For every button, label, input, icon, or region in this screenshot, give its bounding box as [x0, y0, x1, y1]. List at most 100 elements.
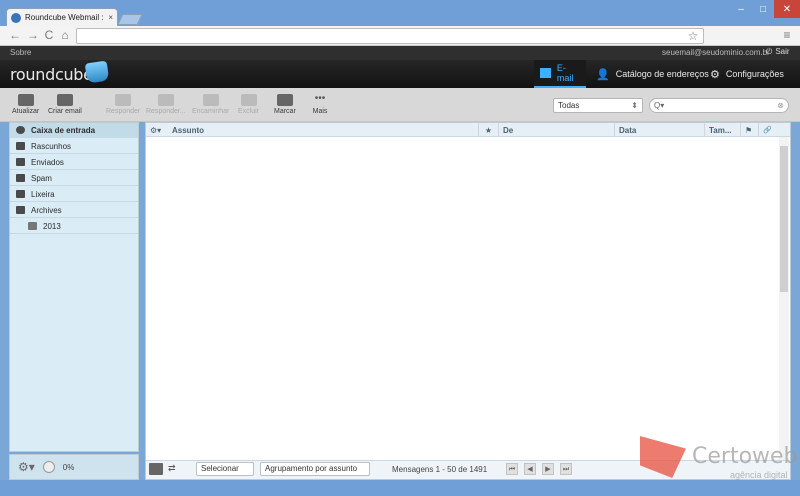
list-scrollbar-thumb[interactable] [780, 146, 788, 292]
more-dots-icon: ••• [314, 93, 326, 104]
more-label: Mais [312, 108, 328, 115]
folder-label: Enviados [31, 157, 64, 167]
nav-addressbook-label: Catálogo de endereços [615, 69, 709, 79]
folder-label: 2013 [43, 221, 61, 231]
folder-label: Caixa de entrada [31, 125, 96, 135]
nav-email-label: E-mail [556, 63, 574, 83]
select-arrows-icon: ⬍ [631, 101, 638, 110]
reply-button[interactable]: Responder [106, 94, 140, 115]
watermark-tagline: agência digital [730, 470, 788, 480]
select-dropdown[interactable]: Selecionar [196, 462, 254, 476]
last-page-icon[interactable]: ⏭ [560, 463, 572, 475]
folder-trash[interactable]: Lixeira [10, 187, 138, 202]
forward-arrow-icon[interactable]: → [26, 28, 40, 42]
browser-tab[interactable]: Roundcube Webmail :: Ca × [6, 8, 118, 26]
search-input[interactable]: Q▾ ⊗ [649, 98, 789, 113]
trash-icon [16, 190, 25, 198]
refresh-icon [17, 94, 34, 106]
search-icon: Q▾ [654, 101, 665, 110]
folder-label: Lixeira [31, 189, 55, 199]
column-flagged-star-icon[interactable]: ★ [478, 123, 498, 137]
delete-button[interactable]: Excluir [238, 94, 259, 115]
close-window-button[interactable]: ✕ [774, 0, 800, 18]
minimize-button[interactable]: – [730, 0, 752, 18]
compose-button[interactable]: Criar email [48, 94, 82, 115]
first-page-icon[interactable]: ⏮ [506, 463, 518, 475]
threads-dropdown[interactable]: Agrupamento por assunto [260, 462, 370, 476]
nav-settings[interactable]: ⚙ Configurações [704, 60, 790, 88]
folder-sent[interactable]: Enviados [10, 155, 138, 170]
back-arrow-icon[interactable]: ← [8, 28, 22, 42]
column-from[interactable]: De [498, 123, 614, 137]
compose-label: Criar email [48, 108, 82, 115]
folder-label: Rascunhos [31, 141, 72, 151]
refresh-button[interactable]: Atualizar [12, 94, 39, 115]
clear-search-icon[interactable]: ⊗ [777, 101, 784, 110]
logout-label: Sair [775, 47, 790, 56]
app-logo: roundcube [10, 65, 93, 84]
gear-icon: ⚙ [710, 68, 720, 81]
nav-addressbook[interactable]: 👤 Catálogo de endereços [590, 60, 715, 88]
mark-label: Marcar [274, 108, 296, 115]
column-subject[interactable]: Assunto [168, 123, 478, 137]
filter-value: Todas [558, 101, 580, 110]
forward-label: Encaminhar [192, 108, 230, 115]
quota-label: 0% [62, 462, 75, 472]
browser-menu-icon[interactable]: ≡ [780, 28, 794, 42]
roundcube-favicon-icon [11, 12, 21, 23]
about-link[interactable]: Sobre [10, 48, 31, 57]
folder-label: Spam [31, 173, 52, 183]
message-list-panel [145, 122, 791, 480]
reply-all-icon [157, 94, 174, 106]
prev-page-icon[interactable]: ◀ [524, 463, 536, 475]
folder-settings-gear-icon[interactable]: ⚙▾ [18, 460, 35, 474]
tab-title: Roundcube Webmail :: Ca [25, 13, 104, 22]
spam-icon [16, 174, 25, 182]
forward-icon [202, 94, 219, 106]
threads-toggle-icon[interactable]: ⇄ [168, 463, 176, 474]
sent-icon [16, 158, 25, 166]
column-flag-icon[interactable]: ⚑ [740, 123, 758, 137]
home-icon[interactable]: ⌂ [58, 28, 72, 42]
reply-label: Responder [106, 108, 141, 115]
address-bar[interactable] [76, 28, 704, 44]
message-count: Mensagens 1 - 50 de 1491 [392, 465, 488, 474]
column-attachment-icon[interactable]: 🔗 [758, 123, 778, 137]
folder-spam[interactable]: Spam [10, 171, 138, 186]
nav-email[interactable]: E-mail [534, 60, 586, 88]
trash-icon [240, 94, 257, 106]
reply-icon [115, 94, 132, 106]
reply-all-button[interactable]: Responder... [146, 94, 186, 115]
column-size[interactable]: Tam... [704, 123, 740, 137]
maximize-button[interactable]: □ [752, 0, 774, 18]
list-options-gear-icon[interactable]: ⚙▾ [146, 123, 168, 137]
left-panel-footer: ⚙▾ 0% [9, 454, 139, 480]
refresh-label: Atualizar [12, 108, 40, 115]
archive-folder-icon [16, 206, 25, 214]
list-view-icon[interactable] [149, 463, 163, 475]
more-button[interactable]: ••• Mais [312, 93, 328, 116]
user-email: seuemail@seudominio.com.br [662, 48, 770, 57]
pencil-icon [16, 142, 25, 150]
folder-archives[interactable]: Archives [10, 203, 138, 218]
watermark-brand: Certoweb [692, 444, 798, 469]
next-page-icon[interactable]: ▶ [542, 463, 554, 475]
window-bottom-edge [0, 480, 800, 496]
reload-icon[interactable]: C [42, 28, 56, 42]
column-date[interactable]: Data [614, 123, 704, 137]
logout-button[interactable]: ⏻ Sair [766, 47, 790, 57]
filter-select[interactable]: Todas ⬍ [553, 98, 643, 113]
bookmark-star-icon[interactable]: ☆ [686, 29, 700, 43]
folder-inbox[interactable]: Caixa de entrada [10, 123, 138, 138]
tab-close-icon[interactable]: × [108, 13, 113, 22]
folder-drafts[interactable]: Rascunhos [10, 139, 138, 154]
forward-button[interactable]: Encaminhar [192, 94, 229, 115]
folder-2013[interactable]: 2013 [10, 219, 138, 234]
threads-label: Agrupamento por assunto [265, 464, 358, 473]
person-icon: 👤 [596, 68, 610, 81]
mark-button[interactable]: Marcar [274, 94, 296, 115]
reply-all-label: Responder... [146, 108, 186, 115]
mark-pen-icon [276, 94, 293, 106]
power-icon: ⏻ [766, 47, 773, 56]
quota-circle-icon [42, 461, 55, 473]
